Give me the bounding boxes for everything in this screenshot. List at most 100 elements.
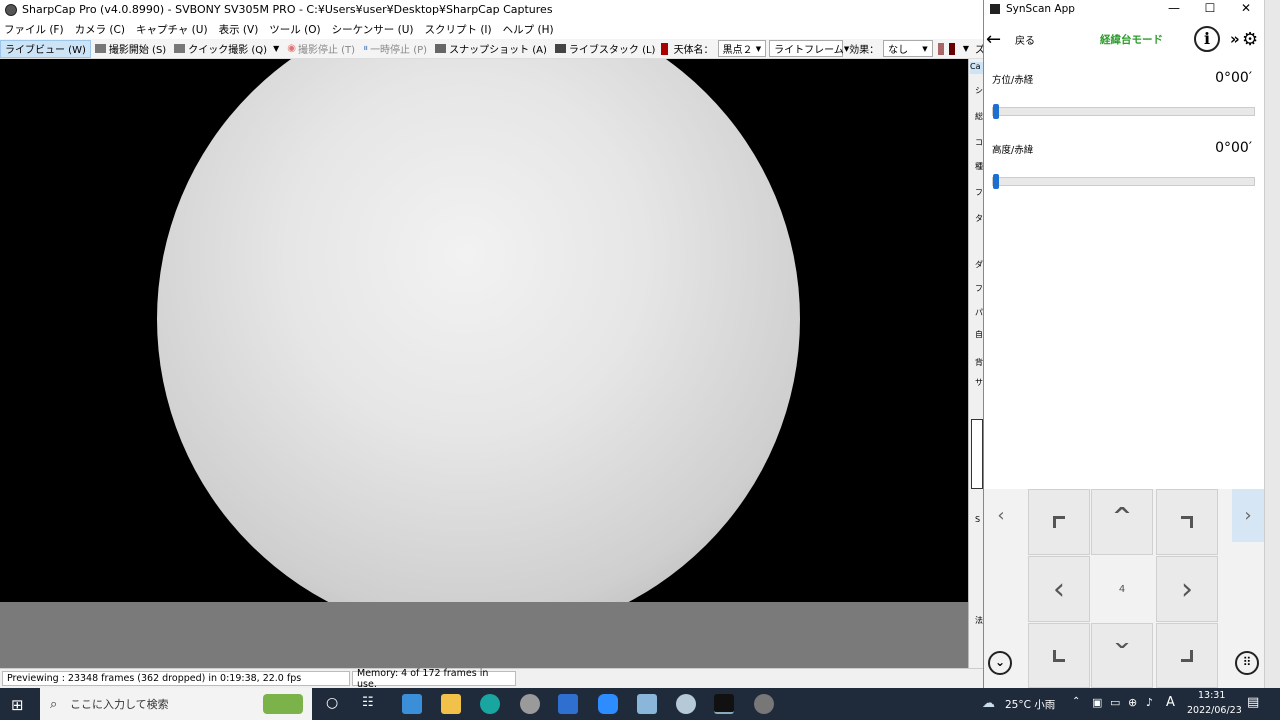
maximize-icon[interactable]: ☐: [1192, 0, 1228, 18]
file-explorer-icon[interactable]: [441, 694, 461, 714]
corner-up-left-icon: [1053, 516, 1065, 528]
app-icon[interactable]: [637, 694, 657, 714]
move-down-left-button[interactable]: [1028, 623, 1090, 688]
app-icon[interactable]: [676, 694, 696, 714]
sharpcap-title: SharpCap Pro (v4.0.8990) - SVBONY SV305M…: [22, 3, 553, 16]
zoom-icon[interactable]: [598, 694, 618, 714]
chevron-left-icon[interactable]: ‹: [985, 489, 1017, 542]
quick-capture-button[interactable]: クイック撮影 (Q) ▼: [170, 40, 283, 58]
azimuth-value: 0°00′: [1215, 70, 1252, 86]
menu-camera[interactable]: カメラ (C): [75, 22, 125, 37]
taskbar-search-box[interactable]: ⌕ ここに入力して検索: [40, 688, 312, 720]
memory-status: Memory: 4 of 172 frames in use.: [352, 668, 516, 690]
mode-title: 経緯台モード: [1100, 33, 1163, 46]
search-icon: ⌕: [50, 696, 58, 712]
panel-char: シ: [975, 86, 983, 95]
pause-icon: ⏸: [363, 43, 369, 54]
windows-taskbar: ⊞ ⌕ ここに入力して検索 ○ ☷ ☁ 25°C 小雨 ⌃ ▣ ▭ ⊕ ♪ A …: [0, 688, 1280, 720]
panel-char: タ: [975, 214, 983, 223]
grid-menu-icon[interactable]: ⠿: [1235, 651, 1259, 675]
move-left-button[interactable]: ‹: [1028, 556, 1090, 622]
store-icon[interactable]: [558, 694, 578, 714]
edge-browser-icon[interactable]: [480, 694, 500, 714]
move-down-right-button[interactable]: [1156, 623, 1218, 688]
clock-time[interactable]: 13:31: [1198, 690, 1225, 701]
move-up-button[interactable]: ˆ: [1091, 489, 1153, 555]
start-capture-button[interactable]: 撮影開始 (S): [91, 40, 170, 58]
color-swatch-icon[interactable]: [937, 42, 944, 55]
menu-sequencer[interactable]: シーケンサー (U): [332, 22, 414, 37]
sharpcap-app-icon: [5, 3, 17, 16]
target-icon: [661, 42, 668, 55]
target-name-select[interactable]: 黒点２ ▼: [717, 40, 767, 57]
quick-capture-label: クイック撮影 (Q): [188, 45, 268, 56]
menu-help[interactable]: ヘルプ (H): [503, 22, 554, 37]
task-view-icon[interactable]: ○: [326, 695, 338, 711]
synscan-title-bar: SynScan App — ☐ ✕: [984, 0, 1264, 18]
frame-type-select[interactable]: ライトフレーム ▼: [769, 40, 849, 57]
azimuth-slider[interactable]: [992, 104, 1255, 119]
weather-text[interactable]: 25°C 小雨: [1005, 697, 1055, 712]
menu-file[interactable]: ファイル (F): [4, 22, 64, 37]
stop-capture-button[interactable]: ◉ 撮影停止 (T): [283, 40, 359, 58]
minimize-icon[interactable]: —: [1156, 0, 1192, 18]
battery-icon[interactable]: ▭: [1110, 696, 1120, 709]
live-view-button[interactable]: ライブビュー (W): [0, 39, 91, 58]
close-icon[interactable]: ✕: [1228, 0, 1264, 18]
app-icon[interactable]: [520, 694, 540, 714]
effect-select[interactable]: なし ▼: [883, 40, 933, 57]
speed-button[interactable]: 4: [1091, 556, 1153, 622]
chevron-right-icon[interactable]: ›: [1232, 489, 1264, 542]
panel-char: パ: [975, 308, 983, 317]
settings-gear-icon[interactable]: ⚙: [1242, 29, 1258, 50]
synscan-taskbar-icon[interactable]: [754, 694, 774, 714]
move-up-right-button[interactable]: [1156, 489, 1218, 555]
chevron-down-icon[interactable]: ▼: [963, 44, 969, 53]
notification-icon[interactable]: ▤: [1247, 695, 1259, 710]
ime-indicator[interactable]: A: [1166, 695, 1175, 710]
camera-icon: [94, 44, 106, 53]
altitude-slider[interactable]: [992, 174, 1255, 189]
widgets-icon[interactable]: ☷: [362, 695, 374, 710]
move-right-button[interactable]: ›: [1156, 556, 1218, 622]
snapshot-button[interactable]: スナップショット (A): [431, 40, 551, 58]
weather-cloud-icon: ☁: [982, 696, 995, 711]
menu-capture[interactable]: キャプチャ (U): [136, 22, 208, 37]
camera-preview[interactable]: [0, 59, 968, 602]
back-arrow-icon[interactable]: ←: [986, 29, 1001, 50]
histogram-thumb[interactable]: [971, 419, 983, 489]
sharpcap-toolbar: ライブビュー (W) 撮影開始 (S) クイック撮影 (Q) ▼ ◉ 撮影停止 (T…: [0, 39, 985, 59]
mail-icon[interactable]: [402, 694, 422, 714]
synscan-scrollbar[interactable]: [1264, 0, 1280, 688]
azimuth-slider-thumb[interactable]: [993, 104, 999, 119]
windows-start-icon[interactable]: ⊞: [11, 696, 24, 714]
expand-double-chevron-icon[interactable]: ⌄: [988, 651, 1012, 675]
volume-icon[interactable]: ♪: [1146, 696, 1153, 709]
target-label: 天体名：: [673, 45, 714, 56]
network-icon[interactable]: ⊕: [1128, 696, 1137, 709]
altitude-slider-thumb[interactable]: [993, 174, 999, 189]
tray-app-icon[interactable]: ▣: [1092, 696, 1102, 709]
effect-value: なし: [888, 45, 909, 56]
menu-scripts[interactable]: スクリプト (I): [425, 22, 492, 37]
preview-background: [0, 602, 968, 668]
color-swatch-icon[interactable]: [948, 42, 955, 55]
menu-tools[interactable]: ツール (O): [269, 22, 320, 37]
back-label[interactable]: 戻る: [1015, 32, 1035, 47]
panel-char: 法: [975, 616, 983, 625]
info-icon[interactable]: i: [1194, 26, 1220, 52]
sharpcap-title-bar: SharpCap Pro (v4.0.8990) - SVBONY SV305M…: [0, 0, 985, 19]
double-chevron-right-icon[interactable]: »: [1230, 30, 1240, 48]
move-up-left-button[interactable]: [1028, 489, 1090, 555]
synscan-header: ← 戻る 経緯台モード i » ⚙: [984, 20, 1265, 58]
live-stack-button[interactable]: ライブスタック (L): [551, 40, 660, 58]
panel-char: フ: [975, 188, 983, 197]
tray-chevron-up-icon[interactable]: ⌃: [1072, 696, 1080, 707]
move-down-button[interactable]: ˇ: [1091, 623, 1153, 688]
pause-button[interactable]: ⏸ 一時停止 (P): [359, 40, 431, 58]
sharpcap-taskbar-icon[interactable]: [714, 694, 734, 714]
chevron-down-icon: ▼: [273, 44, 280, 53]
menu-view[interactable]: 表示 (V): [219, 22, 259, 37]
clock-date[interactable]: 2022/06/23: [1187, 705, 1242, 716]
live-stack-icon: [554, 44, 566, 53]
